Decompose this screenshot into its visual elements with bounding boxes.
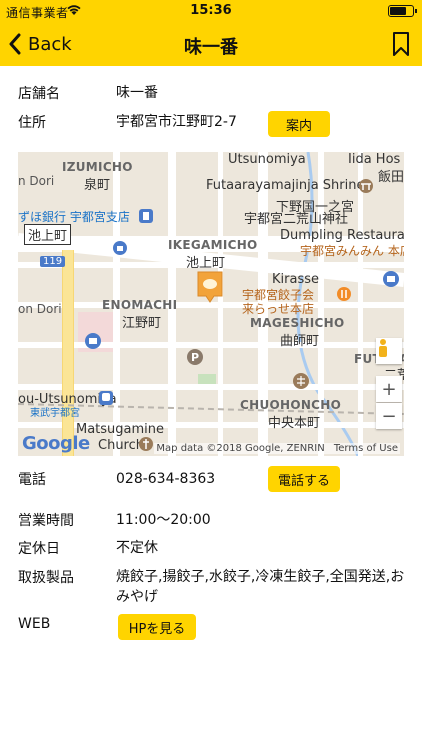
parking-icon: P (187, 349, 203, 365)
shop-name-label: 店舗名 (18, 86, 60, 102)
church-icon (139, 437, 153, 451)
zoom-in-button[interactable]: + (376, 376, 402, 402)
zoom-out-button[interactable]: − (376, 403, 402, 429)
train-station-icon (99, 391, 113, 405)
map-label-ndori: n Dori (18, 174, 55, 188)
street-view-button[interactable] (376, 338, 402, 364)
address-value: 宇都宮市江野町2-7 (116, 114, 237, 130)
map-label-tobu: 東武宇都宮 (30, 408, 80, 419)
bookmark-icon[interactable] (392, 31, 410, 57)
map-label-enomachi-jp: 江野町 (122, 316, 162, 331)
map-label-izumicho: IZUMICHO (62, 160, 133, 174)
map-label-ondori: on Dori (18, 302, 62, 316)
map-label-mageshicho: MAGESHICHO (250, 316, 345, 330)
shopping-icon (113, 241, 127, 255)
map-attribution: Map data ©2018 Google, ZENRIN Terms of U… (154, 443, 400, 454)
map-data-text: Map data ©2018 Google, ZENRIN (156, 443, 325, 454)
call-button[interactable]: 電話する (268, 466, 340, 492)
map-label-kirasse-jp2: 来らっせ本店 (242, 302, 315, 316)
map-label-ikegamicho-box: 池上町 (24, 224, 72, 245)
products-label: 取扱製品 (18, 570, 74, 586)
map-label-iidaho-jp: 飯田 (378, 170, 404, 185)
restaurant-icon (337, 287, 351, 301)
phone-value: 028-634-8363 (116, 471, 216, 487)
hours-label: 営業時間 (18, 513, 74, 529)
hours-value: 11:00〜20:00 (116, 512, 211, 528)
shopping-icon-2 (383, 271, 399, 287)
address-label: 住所 (18, 115, 46, 131)
map-label-iidaho: Iida Hos (348, 152, 401, 167)
shrine-icon (359, 179, 373, 193)
map-label-shrine-jp: 宇都宮二荒山神社 (244, 212, 349, 227)
products-value: 焼餃子,揚餃子,水餃子,冷凍生餃子,全国発送,おみやげ (116, 569, 405, 605)
guide-button[interactable]: 案内 (268, 111, 330, 137)
pegman-icon (379, 339, 387, 357)
map-label-mizuho: ずほ銀行 宇都宮支店 (18, 210, 130, 224)
terms-of-use-link[interactable]: Terms of Use (334, 443, 398, 454)
map-label-ikegamicho-jp: 池上町 (186, 256, 226, 271)
map-label-futaarayama: Futaarayamajinja Shrine (206, 178, 365, 193)
map-label-ikegamicho: IKEGAMICHO (168, 238, 258, 252)
homepage-button[interactable]: HPを見る (118, 614, 196, 640)
map-label-chuohoncho: CHUOHONCHO (240, 398, 342, 412)
school-icon (293, 373, 309, 389)
page-title: 味一番 (184, 37, 238, 58)
shopping-icon-3 (85, 333, 101, 349)
shop-marker-icon[interactable] (196, 270, 224, 304)
closed-label: 定休日 (18, 541, 60, 557)
google-logo: Google (22, 433, 90, 454)
web-label: WEB (18, 616, 51, 632)
closed-value: 不定休 (116, 540, 158, 556)
route-119-badge: 119 (40, 256, 66, 267)
map-label-utsunomiya: Utsunomiya (228, 152, 306, 167)
clock: 15:36 (190, 3, 232, 18)
map-label-chuohoncho-jp: 中央本町 (268, 416, 321, 431)
map-label-mageshicho-jp: 曲師町 (280, 334, 320, 349)
navigation-bar: Back 味一番 (0, 22, 422, 66)
map-label-izumicho-jp: 泉町 (84, 178, 111, 193)
svg-text:P: P (191, 351, 199, 364)
map-label-kirasse: Kirasse (272, 272, 319, 287)
battery-icon (388, 5, 417, 17)
map-label-enomachi: ENOMACHI (102, 298, 178, 312)
map-label-dumpling: Dumpling Restaurant (280, 228, 404, 243)
phone-label: 電話 (18, 472, 46, 488)
map-view[interactable]: Iida Hos 飯田 IZUMICHO 泉町 Utsunomiya Futaa… (18, 152, 404, 456)
status-bar: 通信事業者 15:36 (0, 0, 422, 22)
shop-name-value: 味一番 (116, 85, 158, 101)
map-label-minmin: 宇都宮みんみん 本店 (300, 244, 404, 258)
bank-icon (139, 209, 153, 223)
